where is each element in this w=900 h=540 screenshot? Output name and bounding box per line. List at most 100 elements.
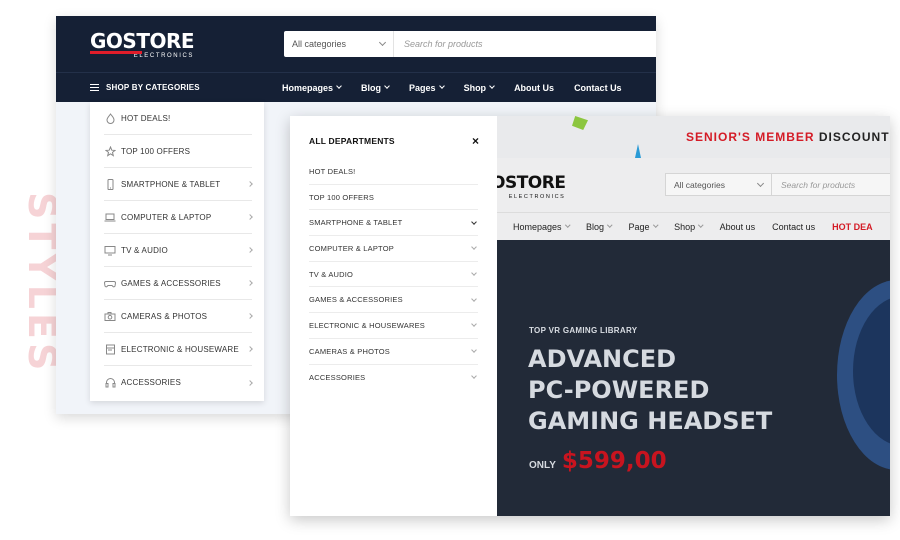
header-bar: GOSTORE ELECTRONICS All categories <box>56 16 656 72</box>
category-menu-item[interactable]: SMARTPHONE & TABLET <box>104 168 253 201</box>
department-item[interactable]: ELECTRONIC & HOUSEWARES <box>309 313 478 339</box>
category-menu-item[interactable]: GAMES & ACCESSORIES <box>104 267 253 300</box>
category-menu-label: ELECTRONIC & HOUSEWARE <box>121 344 239 354</box>
department-item[interactable]: HOT DEALS! <box>309 159 478 185</box>
chevron-right-icon <box>247 247 253 253</box>
category-select[interactable]: All categories <box>284 31 394 57</box>
category-menu-item[interactable]: CAMERAS & PHOTOS <box>104 300 253 333</box>
department-label: ACCESSORIES <box>309 372 366 382</box>
department-item[interactable]: COMPUTER & LAPTOP <box>309 236 478 262</box>
headphones-icon <box>104 377 116 389</box>
nav-item-label: Homepages <box>282 82 334 93</box>
nav-item-contact-us[interactable]: Contact Us <box>574 83 622 93</box>
category-menu-item[interactable]: TV & AUDIO <box>104 234 253 267</box>
category-menu-item[interactable]: TOP 100 OFFERS <box>104 135 252 168</box>
gamepad-icon <box>104 277 116 289</box>
promo-banner[interactable]: SENIOR'S MEMBER DISCOUNT D <box>497 116 890 158</box>
category-menu-item[interactable]: ELECTRONIC & HOUSEWARE <box>104 333 253 366</box>
search-input[interactable] <box>772 174 890 195</box>
nav-item-label: Contact Us <box>574 82 622 93</box>
nav-item-pages[interactable]: Pages <box>409 82 445 93</box>
chevron-right-icon <box>247 181 253 187</box>
department-item[interactable]: TV & AUDIO <box>309 262 478 288</box>
search-bar: All categories <box>665 173 890 196</box>
department-item[interactable]: GAMES & ACCESSORIES <box>309 287 478 314</box>
nav-item-about-us[interactable]: About us <box>720 222 756 232</box>
menu-icon <box>90 84 99 91</box>
chevron-down-icon <box>471 321 477 328</box>
nav-item-homepages[interactable]: Homepages <box>282 82 342 93</box>
nav-item-label: Pages <box>409 82 436 93</box>
category-select[interactable]: All categories <box>666 174 772 195</box>
nav-item-label: About Us <box>514 82 555 93</box>
chevron-down-icon <box>652 222 658 228</box>
store-preview-departments: ALL DEPARTMENTS × HOT DEALS! TOP 100 OFFE… <box>290 116 890 516</box>
promo-text: SENIOR'S MEMBER DISCOUNT D <box>686 130 890 144</box>
department-item[interactable]: ACCESSORIES <box>309 365 478 391</box>
department-item[interactable]: TOP 100 OFFERS <box>309 185 478 211</box>
department-item[interactable]: CAMERAS & PHOTOS <box>309 339 478 365</box>
nav-item-page[interactable]: Page <box>629 222 658 232</box>
store-logo[interactable]: OSTORE ELECTRONICS <box>491 174 566 201</box>
nav-item-label: Shop <box>463 82 487 93</box>
category-menu-item[interactable]: ACCESSORIES <box>104 366 253 399</box>
chevron-right-icon <box>247 280 253 286</box>
category-menu-item[interactable]: HOT DEALS! <box>104 102 252 135</box>
hero-title: ADVANCED PC-POWERED GAMING HEADSET <box>528 344 772 437</box>
chevron-down-icon <box>438 83 445 89</box>
main-nav: SHOP BY CATEGORIES Homepages Blog Pages Sho… <box>56 72 656 102</box>
camera-icon <box>104 310 116 322</box>
shop-by-categories-label: SHOP BY CATEGORIES <box>106 83 200 92</box>
confetti-shape <box>635 144 641 158</box>
categories-menu: HOT DEALS! TOP 100 OFFERS SMARTPHONE & TAB… <box>90 102 264 401</box>
department-item[interactable]: SMARTPHONE & TABLET <box>309 210 478 237</box>
showcase-canvas: STYLES GOSTORE ELECTRONICS All categorie… <box>0 0 900 540</box>
category-menu-label: COMPUTER & LAPTOP <box>121 212 212 222</box>
hero-subtitle: TOP VR GAMING LIBRARY <box>529 326 638 335</box>
search-input[interactable] <box>394 31 656 57</box>
chevron-right-icon <box>247 214 253 220</box>
chevron-down-icon <box>471 295 477 302</box>
chevron-down-icon <box>471 373 477 380</box>
chevron-right-icon <box>247 379 253 386</box>
flame-icon <box>104 112 116 124</box>
nav-item-blog[interactable]: Blog <box>361 83 390 93</box>
nav-item-homepages[interactable]: Homepages <box>513 222 570 232</box>
store-logo[interactable]: GOSTORE ELECTRONICS <box>90 29 195 60</box>
departments-title: ALL DEPARTMENTS <box>309 136 395 146</box>
category-menu-item[interactable]: COMPUTER & LAPTOP <box>104 201 253 234</box>
chevron-down-icon <box>471 270 477 276</box>
category-select-value: All categories <box>292 39 347 49</box>
department-label: COMPUTER & LAPTOP <box>309 243 394 253</box>
laptop-icon <box>104 211 116 223</box>
nav-item-shop[interactable]: Shop <box>464 83 495 93</box>
shop-by-categories-button[interactable]: SHOP BY CATEGORIES <box>56 73 264 102</box>
departments-panel: ALL DEPARTMENTS × HOT DEALS! TOP 100 OFFE… <box>290 116 497 516</box>
chevron-down-icon <box>471 218 477 225</box>
nav-item-blog[interactable]: Blog <box>586 222 613 232</box>
department-label: SMARTPHONE & TABLET <box>309 218 403 228</box>
category-menu-label: TOP 100 OFFERS <box>121 146 191 156</box>
chevron-down-icon <box>756 179 765 187</box>
store-header: OSTORE ELECTRONICS All categories <box>491 158 890 212</box>
nav-item-about-us[interactable]: About Us <box>514 83 554 93</box>
nav-item-hot-dea[interactable]: HOT DEA <box>832 222 873 232</box>
hero-title-line: ADVANCED <box>528 345 677 373</box>
category-select-value: All categories <box>674 179 726 190</box>
hero-title-line: PC-POWERED <box>528 376 710 404</box>
star-icon <box>104 145 116 157</box>
chevron-right-icon <box>247 346 253 352</box>
hero-banner[interactable]: TOP VR GAMING LIBRARY ADVANCED PC-POWERE… <box>497 240 890 516</box>
confetti-shape <box>572 116 588 130</box>
close-icon[interactable]: × <box>472 134 479 148</box>
nav-item-contact-us[interactable]: Contact us <box>772 222 815 232</box>
nav-links: Homepages Blog Pages Shop About Us Contact Us <box>264 83 642 93</box>
hero-title-line: GAMING HEADSET <box>528 407 773 435</box>
logo-text: GOSTORE <box>90 29 195 53</box>
store-page: SENIOR'S MEMBER DISCOUNT D OSTORE ELECTR… <box>491 116 890 516</box>
price-prefix: ONLY <box>529 460 556 471</box>
nav-item-shop[interactable]: Shop <box>674 222 704 232</box>
logo-subtext: ELECTRONICS <box>508 194 566 200</box>
logo-accent-bar <box>90 51 142 54</box>
category-menu-label: HOT DEALS! <box>121 113 171 123</box>
